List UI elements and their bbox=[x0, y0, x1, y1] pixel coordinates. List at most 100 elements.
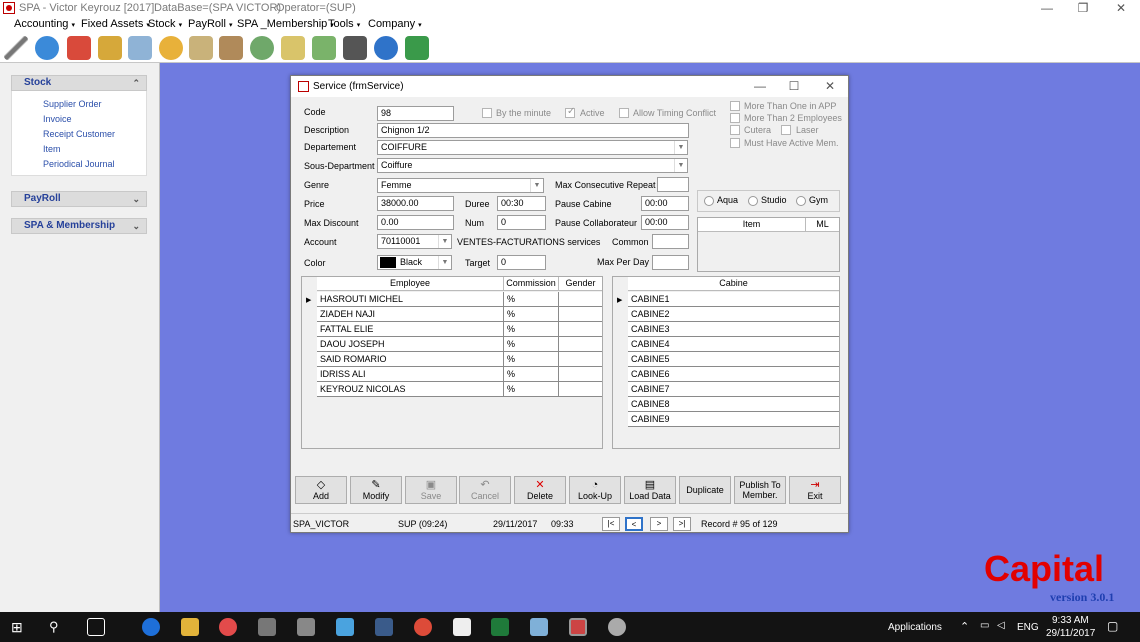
mail-icon[interactable] bbox=[453, 618, 471, 636]
database-icon[interactable] bbox=[128, 36, 152, 60]
add-button[interactable]: ◇ Add bbox=[295, 476, 347, 504]
employee-row[interactable]: DAOU JOSEPH% bbox=[317, 337, 602, 352]
users-icon[interactable] bbox=[159, 36, 183, 60]
max-per-day-input[interactable] bbox=[652, 255, 689, 270]
restore-button[interactable]: ❐ bbox=[1066, 0, 1100, 16]
chevron-down-icon[interactable]: ⌄ bbox=[132, 192, 140, 206]
description-input[interactable]: Chignon 1/2 bbox=[377, 123, 689, 138]
tools-icon[interactable] bbox=[258, 618, 276, 636]
chevron-down-icon[interactable]: ▼ bbox=[438, 256, 451, 269]
spa-app-icon[interactable] bbox=[569, 618, 587, 636]
duplicate-button[interactable]: Duplicate bbox=[679, 476, 731, 504]
more-than-2-employees-checkbox[interactable] bbox=[730, 113, 740, 123]
publish-button[interactable]: Publish To Member. bbox=[734, 476, 786, 504]
help-icon[interactable] bbox=[374, 36, 398, 60]
laser-checkbox[interactable] bbox=[781, 125, 791, 135]
menu-tools[interactable]: Tools ▾ bbox=[328, 18, 360, 30]
cabine-row[interactable]: CABINE8 bbox=[628, 397, 839, 412]
link-receipt-customer[interactable]: Receipt Customer bbox=[43, 129, 115, 139]
num-input[interactable]: 0 bbox=[497, 215, 546, 230]
chevron-up-icon[interactable]: ⌃ bbox=[132, 76, 140, 90]
chevron-down-icon[interactable]: ⌄ bbox=[132, 219, 140, 233]
menu-spa-membership[interactable]: SPA _Membership ▾ bbox=[237, 18, 334, 30]
save-button[interactable]: ▣ Save bbox=[405, 476, 457, 504]
world-icon[interactable] bbox=[250, 36, 274, 60]
win-maximize-button[interactable]: ☐ bbox=[777, 78, 811, 94]
cutera-checkbox[interactable] bbox=[730, 125, 740, 135]
sous-department-select[interactable]: Coiffure ▼ bbox=[377, 158, 688, 173]
app-icon-4[interactable] bbox=[608, 618, 626, 636]
chevron-down-icon[interactable]: ▼ bbox=[674, 159, 687, 172]
cabine-row[interactable]: CABINE2 bbox=[628, 307, 839, 322]
applications-label[interactable]: Applications bbox=[888, 622, 942, 633]
exit-arrow-icon[interactable] bbox=[405, 36, 429, 60]
employee-row[interactable]: IDRISS ALI% bbox=[317, 367, 602, 382]
color-select[interactable]: Black ▼ bbox=[377, 255, 452, 270]
scale-icon[interactable] bbox=[189, 36, 213, 60]
menu-company[interactable]: Company ▾ bbox=[368, 18, 422, 30]
cancel-doc-icon[interactable] bbox=[67, 36, 91, 60]
load-data-button[interactable]: ▤ Load Data bbox=[624, 476, 676, 504]
menu-payroll[interactable]: PayRoll ▾ bbox=[188, 18, 232, 30]
menu-accounting[interactable]: Accounting ▾ bbox=[14, 18, 75, 30]
employee-row[interactable]: KEYROUZ NICOLAS% bbox=[317, 382, 602, 397]
employee-row[interactable]: HASROUTI MICHEL% bbox=[317, 292, 602, 307]
menu-fixed-assets[interactable]: Fixed Assets ▾ bbox=[81, 18, 150, 30]
first-record-button[interactable]: |< bbox=[602, 517, 620, 531]
folder-icon[interactable] bbox=[98, 36, 122, 60]
employee-row[interactable]: FATTAL ELIE% bbox=[317, 322, 602, 337]
menu-stock[interactable]: Stock ▾ bbox=[148, 18, 182, 30]
pause-collab-input[interactable]: 00:00 bbox=[641, 215, 689, 230]
windows-start-icon[interactable]: ⊞ bbox=[11, 618, 29, 636]
cabine-row[interactable]: CABINE9 bbox=[628, 412, 839, 427]
globe-check-icon[interactable] bbox=[35, 36, 59, 60]
department-select[interactable]: COIFFURE ▼ bbox=[377, 140, 688, 155]
win-close-button[interactable]: ✕ bbox=[813, 78, 847, 94]
clock-date[interactable]: 29/11/2017 bbox=[1046, 628, 1095, 639]
win-minimize-button[interactable]: — bbox=[743, 78, 777, 94]
timing-conflict-checkbox[interactable] bbox=[619, 108, 629, 118]
common-input[interactable] bbox=[652, 234, 689, 249]
cabine-row[interactable]: CABINE6 bbox=[628, 367, 839, 382]
more-than-one-app-checkbox[interactable] bbox=[730, 101, 740, 111]
cabine-row[interactable]: CABINE7 bbox=[628, 382, 839, 397]
sidebar-section-payroll[interactable]: PayRoll ⌄ bbox=[11, 191, 147, 207]
delete-button[interactable]: ✕ Delete bbox=[514, 476, 566, 504]
language-indicator[interactable]: ENG bbox=[1017, 622, 1039, 633]
link-item[interactable]: Item bbox=[43, 144, 61, 154]
exit-button[interactable]: ⇥ Exit bbox=[789, 476, 841, 504]
file-explorer-icon[interactable] bbox=[181, 618, 199, 636]
next-record-button[interactable]: > bbox=[650, 517, 668, 531]
chrome-icon[interactable] bbox=[414, 618, 432, 636]
code-input[interactable]: 98 bbox=[377, 106, 454, 121]
volume-icon[interactable]: ◁ bbox=[997, 620, 1005, 631]
excel-icon[interactable] bbox=[491, 618, 509, 636]
close-button[interactable]: ✕ bbox=[1104, 0, 1138, 16]
link-supplier-order[interactable]: Supplier Order bbox=[43, 99, 102, 109]
cabine-row[interactable]: CABINE1 bbox=[628, 292, 839, 307]
link-invoice[interactable]: Invoice bbox=[43, 114, 72, 124]
active-checkbox[interactable] bbox=[565, 106, 575, 118]
cabine-row[interactable]: CABINE5 bbox=[628, 352, 839, 367]
gym-radio[interactable] bbox=[796, 196, 806, 206]
task-view-icon[interactable] bbox=[87, 618, 105, 636]
network-icon[interactable]: ▭ bbox=[980, 620, 989, 631]
modify-button[interactable]: ✎ Modify bbox=[350, 476, 402, 504]
clock-time[interactable]: 9:33 AM bbox=[1052, 615, 1089, 626]
chevron-down-icon[interactable]: ▼ bbox=[438, 235, 451, 248]
cancel-button[interactable]: ↶ Cancel bbox=[459, 476, 511, 504]
last-record-button[interactable]: >| bbox=[673, 517, 691, 531]
max-discount-input[interactable]: 0.00 bbox=[377, 215, 454, 230]
max-consecutive-input[interactable] bbox=[657, 177, 689, 192]
ruler-icon[interactable] bbox=[4, 36, 28, 60]
studio-radio[interactable] bbox=[748, 196, 758, 206]
must-have-mem-checkbox[interactable] bbox=[730, 138, 740, 148]
calendar-icon[interactable] bbox=[343, 36, 367, 60]
notepad-icon[interactable] bbox=[530, 618, 548, 636]
sidebar-section-stock[interactable]: Stock ⌃ bbox=[11, 75, 147, 91]
notification-icon[interactable]: ▢ bbox=[1107, 619, 1118, 633]
chevron-down-icon[interactable]: ▼ bbox=[674, 141, 687, 154]
edge-icon[interactable] bbox=[142, 618, 160, 636]
calculator-icon[interactable] bbox=[312, 36, 336, 60]
lookup-button[interactable]: ◔ Look-Up bbox=[569, 476, 621, 504]
